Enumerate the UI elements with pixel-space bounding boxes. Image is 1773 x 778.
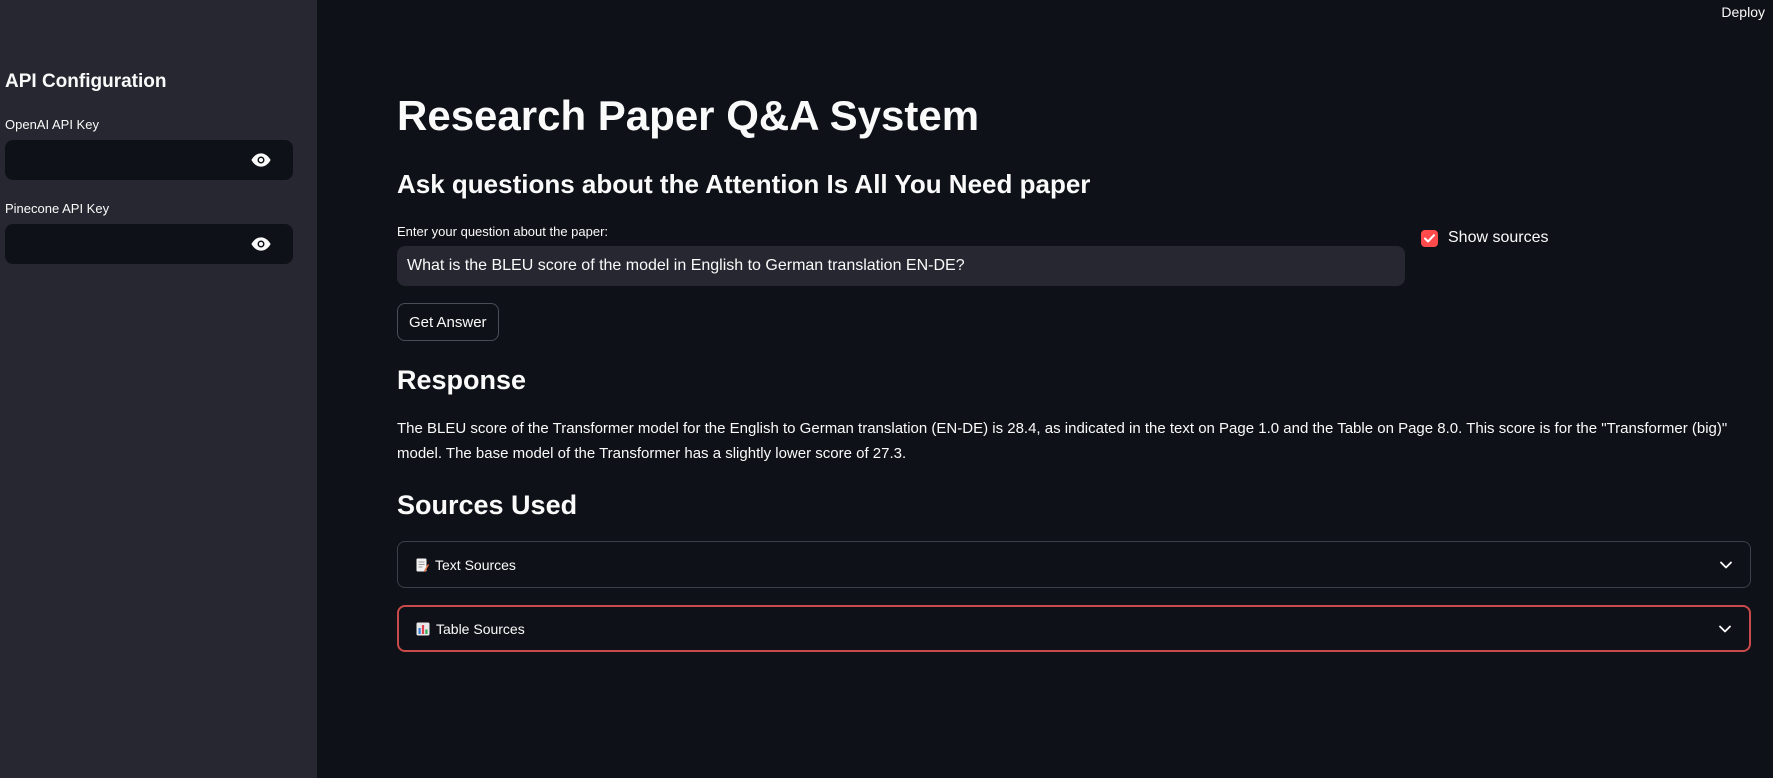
sources-title: Sources Used: [397, 490, 578, 520]
show-sources-label: Show sources: [1448, 229, 1549, 246]
text-sources-label: Text Sources: [435, 556, 516, 573]
chevron-down-icon: [1719, 625, 1731, 632]
eye-icon[interactable]: [251, 236, 271, 252]
openai-api-key-input[interactable]: [5, 140, 293, 180]
sidebar: API Configuration OpenAI API Key Pinecon…: [0, 0, 317, 778]
text-sources-expander[interactable]: Text Sources: [397, 541, 1751, 588]
question-input[interactable]: What is the BLEU score of the model in E…: [397, 246, 1405, 286]
eye-icon[interactable]: [251, 152, 271, 168]
deploy-button[interactable]: Deploy: [1721, 4, 1765, 20]
app: API Configuration OpenAI API Key Pinecon…: [0, 0, 1773, 778]
openai-api-key-label: OpenAI API Key: [5, 117, 99, 132]
question-label: Enter your question about the paper:: [397, 224, 609, 239]
memo-icon: [416, 558, 429, 572]
page-title: Research Paper Q&A System: [397, 92, 980, 139]
response-title: Response: [397, 365, 527, 395]
sidebar-title: API Configuration: [5, 71, 167, 92]
response-text: The BLEU score of the Transformer model …: [397, 420, 1728, 462]
chevron-down-icon: [1720, 561, 1732, 568]
table-sources-label: Table Sources: [436, 620, 525, 637]
show-sources-checkbox[interactable]: Show sources: [1421, 229, 1549, 247]
get-answer-button[interactable]: Get Answer: [397, 303, 499, 341]
table-sources-expander[interactable]: Table Sources: [397, 605, 1751, 652]
bar-chart-icon: [416, 622, 430, 635]
page-subtitle: Ask questions about the Attention Is All…: [397, 169, 1091, 199]
pinecone-api-key-label: Pinecone API Key: [5, 201, 110, 216]
checkbox-checked-icon[interactable]: [1421, 229, 1438, 247]
pinecone-api-key-input[interactable]: [5, 224, 293, 264]
